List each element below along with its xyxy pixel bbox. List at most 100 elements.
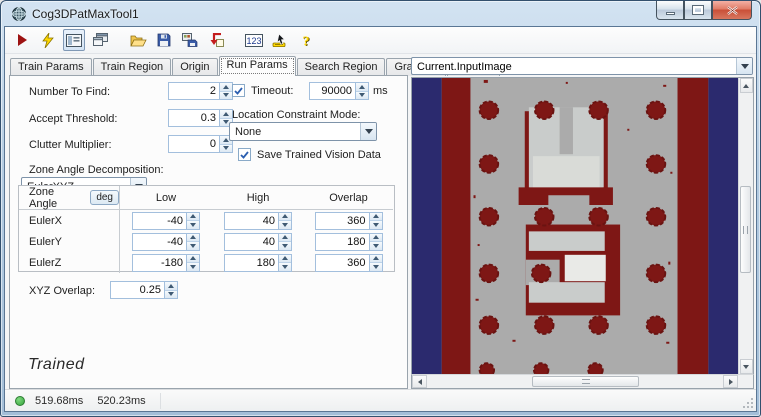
row-label-eulerx: EulerX	[19, 210, 120, 231]
tab-train-params[interactable]: Train Params	[10, 58, 92, 76]
lightning-icon	[42, 32, 54, 48]
vertical-scrollbar[interactable]	[738, 78, 753, 374]
toolbar: 123 ? ?	[5, 27, 756, 54]
number-to-find-spinner[interactable]	[219, 83, 232, 99]
window-title: Cog3DPatMaxTool1	[32, 6, 139, 21]
xyz-overlap-label: XYZ Overlap:	[29, 285, 96, 297]
result-window-icon	[66, 33, 82, 47]
deg-unit-button[interactable]: deg	[90, 190, 119, 205]
open-folder-icon	[129, 35, 147, 46]
run-params-page: Number To Find: 2 Accept Threshold: 0.3 …	[9, 75, 408, 389]
numeric-display-button[interactable]: 123	[243, 29, 265, 51]
zone-angle-decomposition-label: Zone Angle Decomposition:	[29, 164, 164, 176]
resize-grip[interactable]	[742, 397, 754, 409]
save-image-icon	[182, 33, 198, 47]
maximize-button[interactable]	[684, 1, 712, 20]
vertical-scroll-thumb[interactable]	[740, 186, 751, 273]
column-header-high: High	[212, 186, 304, 210]
float-window-icon	[92, 33, 108, 46]
image-panel: Current.InputImage	[408, 56, 754, 389]
check-icon	[240, 150, 249, 159]
save-trained-checkbox[interactable]	[238, 148, 251, 161]
result-display-toggle[interactable]	[63, 29, 85, 51]
eulery-low-input[interactable]: -40	[132, 232, 200, 251]
svg-text:?: ?	[302, 34, 309, 48]
chevron-down-icon[interactable]	[736, 58, 752, 74]
image-source-select[interactable]: Current.InputImage	[411, 57, 753, 75]
float-window-button[interactable]	[89, 29, 111, 51]
number-to-find-input[interactable]: 2	[168, 82, 233, 100]
chevron-down-icon[interactable]	[360, 123, 376, 140]
eulerx-overlap-input[interactable]: 360	[314, 211, 383, 230]
row-label-eulery: EulerY	[19, 231, 120, 252]
pointer-tool-button[interactable]	[269, 29, 291, 51]
column-header-overlap: Overlap	[304, 186, 393, 210]
check-icon	[234, 86, 243, 95]
status-bar: 519.68ms 520.23ms	[5, 389, 756, 411]
save-icon	[157, 33, 171, 47]
horizontal-scroll-thumb[interactable]	[532, 376, 639, 387]
run-time-value: 519.68ms	[35, 394, 84, 407]
total-time-value: 520.23ms	[97, 394, 146, 407]
timeout-checkbox[interactable]	[232, 84, 245, 97]
clutter-multiplier-label: Clutter Multiplier:	[29, 139, 112, 151]
table-row: -40	[120, 210, 212, 231]
help-button[interactable]: ? ?	[295, 29, 317, 51]
location-constraint-label: Location Constraint Mode:	[232, 109, 361, 121]
tab-search-region[interactable]: Search Region	[296, 58, 386, 76]
eulerz-low-input[interactable]: -180	[132, 253, 200, 272]
clutter-multiplier-input[interactable]: 0	[168, 135, 233, 153]
zone-angle-table: Zone Angle deg Low High Overlap EulerX -…	[18, 185, 395, 273]
input-image-display[interactable]	[412, 78, 738, 374]
minimize-icon	[665, 11, 675, 15]
horizontal-scrollbar[interactable]	[412, 375, 738, 388]
eulerz-overlap-input[interactable]: 360	[314, 253, 383, 272]
app-icon	[12, 6, 26, 21]
horizontal-scroll-track[interactable]	[427, 375, 723, 388]
tab-run-params[interactable]: Run Params	[218, 56, 296, 76]
run-button[interactable]	[11, 29, 33, 51]
minimize-button[interactable]	[656, 1, 684, 20]
save-image-button[interactable]	[179, 29, 201, 51]
column-header-low: Low	[120, 186, 212, 210]
status-ok-icon	[15, 395, 25, 406]
import-arrow-icon	[210, 33, 224, 47]
eulerx-high-input[interactable]: 40	[224, 211, 292, 230]
eulerx-low-input[interactable]: -40	[132, 211, 200, 230]
timeout-spinner[interactable]	[355, 83, 368, 99]
open-file-button[interactable]	[127, 29, 149, 51]
row-label-eulerz: EulerZ	[19, 252, 120, 273]
number-to-find-label: Number To Find:	[29, 86, 111, 98]
scroll-up-button[interactable]	[739, 78, 753, 93]
svg-text:123: 123	[246, 36, 261, 46]
eulery-high-input[interactable]: 40	[224, 232, 292, 251]
location-constraint-select[interactable]: None	[229, 122, 377, 141]
timeout-label: Timeout:	[251, 85, 294, 97]
eulery-overlap-input[interactable]: 180	[314, 232, 383, 251]
scroll-down-button[interactable]	[739, 359, 753, 374]
vertical-scroll-track[interactable]	[739, 93, 753, 359]
title-bar[interactable]: Cog3DPatMaxTool1	[4, 1, 757, 26]
trained-status-text: Trained	[28, 356, 85, 373]
live-run-button[interactable]	[37, 29, 59, 51]
tab-train-region[interactable]: Train Region	[92, 58, 172, 76]
import-button[interactable]	[205, 29, 227, 51]
eulerz-high-input[interactable]: 180	[224, 253, 292, 272]
close-button[interactable]	[712, 1, 752, 20]
tab-origin[interactable]: Origin	[172, 58, 218, 76]
scroll-right-button[interactable]	[723, 375, 738, 388]
accept-threshold-label: Accept Threshold:	[29, 113, 118, 125]
xyz-overlap-spinner[interactable]	[164, 282, 177, 298]
accept-threshold-input[interactable]: 0.3	[168, 109, 233, 127]
numeric-123-icon: 123	[245, 33, 263, 47]
maximize-icon	[692, 5, 704, 15]
timeout-input[interactable]: 90000	[309, 82, 369, 100]
save-button[interactable]	[153, 29, 175, 51]
app-window: Cog3DPatMaxTool1 123 ? ? Train Params Tr…	[0, 0, 761, 417]
run-icon	[18, 34, 27, 46]
scroll-left-button[interactable]	[412, 375, 427, 388]
xyz-overlap-input[interactable]: 0.25	[110, 281, 178, 299]
tab-strip: Train Params Train Region Origin Run Par…	[9, 56, 501, 76]
close-icon	[726, 5, 738, 15]
timeout-unit-label: ms	[373, 85, 388, 97]
